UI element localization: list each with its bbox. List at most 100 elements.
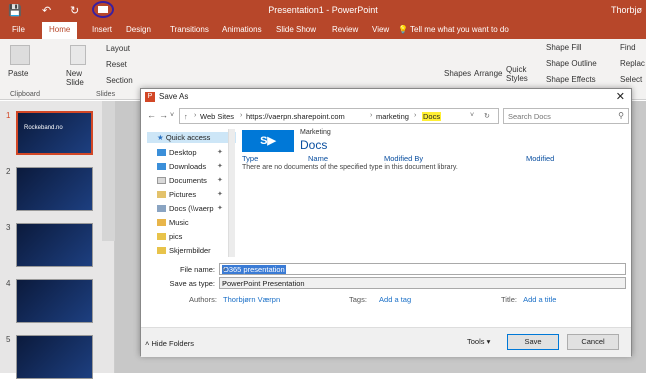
slide-number: 1	[6, 111, 11, 120]
slide-thumbnail-5[interactable]	[16, 335, 93, 379]
tab-view[interactable]: View	[372, 25, 389, 34]
tree-item-music[interactable]: Music	[157, 218, 189, 227]
folder-icon	[157, 233, 166, 240]
tree-item-pictures[interactable]: Pictures	[157, 190, 196, 199]
slide-thumbnail-4[interactable]	[16, 279, 93, 323]
tell-me-box[interactable]: 💡 Tell me what you want to do	[398, 25, 509, 34]
replace-button[interactable]: Replac	[620, 59, 645, 68]
save-type-row: Save as type: PowerPoint Presentation ˅	[141, 277, 631, 289]
sharepoint-logo-icon: S▶	[242, 130, 294, 152]
document-icon	[157, 177, 166, 184]
tab-transitions[interactable]: Transitions	[170, 25, 209, 34]
slide-thumbnail-2[interactable]	[16, 167, 93, 211]
tree-item-desktop[interactable]: Desktop	[157, 148, 197, 157]
breadcrumb-sharepoint-site[interactable]: https://vaerpn.sharepoint.com	[246, 112, 345, 121]
tree-item-pics[interactable]: pics	[157, 232, 182, 241]
chevron-down-icon[interactable]: ˅	[470, 112, 474, 119]
up-arrow-icon[interactable]: ↑	[184, 112, 188, 121]
pin-icon[interactable]: ✦	[217, 148, 223, 156]
save-type-select[interactable]: PowerPoint Presentation ˅	[219, 277, 626, 289]
paste-button[interactable]: Paste	[8, 69, 28, 78]
window-title: Presentation1 - PowerPoint	[268, 5, 378, 15]
tab-slide-show[interactable]: Slide Show	[276, 25, 316, 34]
quick-styles-button[interactable]: Quick Styles	[506, 65, 528, 83]
file-name-field[interactable]: O365 presentation ˅	[219, 263, 626, 275]
tab-insert[interactable]: Insert	[92, 25, 112, 34]
tree-item-label: Music	[169, 218, 189, 227]
close-icon[interactable]: ✕	[616, 90, 625, 103]
authors-value[interactable]: Thorbjørn Værpn	[223, 295, 280, 304]
tree-item-skjermbilder[interactable]: Skjermbilder	[157, 246, 211, 255]
forward-arrow-icon[interactable]: →	[159, 110, 168, 120]
tags-label: Tags:	[349, 295, 367, 304]
download-icon	[157, 163, 166, 170]
tree-item-documents[interactable]: Documents	[157, 176, 207, 185]
tab-design[interactable]: Design	[126, 25, 151, 34]
shape-fill-button[interactable]: Shape Fill	[546, 43, 582, 52]
column-header-name[interactable]: Name	[308, 154, 328, 163]
tags-field: Tags: Add a tag	[349, 295, 411, 304]
select-button[interactable]: Select	[620, 75, 642, 84]
reset-button[interactable]: Reset	[106, 60, 127, 69]
ribbon-tabs: File Home Insert Design Transitions Anim…	[0, 22, 646, 39]
group-slides: Slides	[96, 91, 116, 98]
search-icon[interactable]: ⚲	[618, 111, 624, 120]
authors-label: Authors:	[189, 295, 217, 304]
paste-icon[interactable]	[10, 45, 30, 65]
hide-folders-button[interactable]: ˄ Hide Folders	[145, 339, 194, 348]
desktop-icon	[157, 149, 166, 156]
tab-file[interactable]: File	[12, 25, 25, 34]
tree-item-downloads[interactable]: Downloads	[157, 162, 206, 171]
site-name: Marketing	[300, 129, 331, 136]
folder-tree-scrollbar[interactable]	[228, 129, 235, 257]
tags-value[interactable]: Add a tag	[379, 295, 411, 304]
breadcrumb-docs[interactable]: Docs	[422, 112, 442, 121]
tab-home[interactable]: Home	[42, 22, 78, 39]
layout-button[interactable]: Layout	[106, 44, 130, 53]
column-header-modified[interactable]: Modified	[526, 154, 554, 163]
recent-locations-icon[interactable]: ˅	[170, 112, 174, 119]
tree-item-quick-access[interactable]: ★ Quick access	[147, 132, 236, 143]
search-input[interactable]	[508, 111, 613, 122]
chevron-down-icon[interactable]: ˅	[222, 265, 622, 274]
find-button[interactable]: Find	[620, 43, 636, 52]
pin-icon[interactable]: ✦	[217, 190, 223, 198]
tree-item-docs-network[interactable]: Docs (\\vaerp	[157, 204, 214, 213]
user-name[interactable]: Thorbjø	[611, 5, 642, 15]
tools-button[interactable]: Tools ▾	[467, 337, 490, 346]
new-slide-button[interactable]: New Slide	[66, 69, 92, 87]
title-value[interactable]: Add a title	[523, 295, 556, 304]
cancel-button[interactable]: Cancel	[567, 334, 619, 350]
new-slide-icon[interactable]	[70, 45, 86, 65]
breadcrumb-web-sites[interactable]: Web Sites	[200, 112, 234, 121]
tab-review[interactable]: Review	[332, 25, 358, 34]
shape-outline-button[interactable]: Shape Outline	[546, 59, 597, 68]
save-button[interactable]: Save	[507, 334, 559, 350]
navigation-bar: ← → ˅ ↑ › Web Sites › https://vaerpn.sha…	[145, 108, 629, 124]
address-bar[interactable]: ↑ › Web Sites › https://vaerpn.sharepoin…	[179, 108, 499, 124]
section-button[interactable]: Section	[106, 76, 133, 85]
back-arrow-icon[interactable]: ←	[147, 110, 156, 120]
powerpoint-icon: P	[145, 92, 155, 102]
shapes-button[interactable]: Shapes	[444, 69, 471, 78]
breadcrumb-marketing[interactable]: marketing	[376, 112, 409, 121]
save-as-dialog: P Save As ✕ ← → ˅ ↑ › Web Sites › https:…	[140, 88, 632, 357]
tree-item-label: Docs (\\vaerp	[169, 204, 214, 213]
slide-pane-scrollbar[interactable]	[102, 101, 115, 241]
chevron-right-icon: ›	[370, 112, 373, 119]
chevron-up-icon: ˄	[145, 339, 150, 348]
pin-icon[interactable]: ✦	[217, 204, 223, 212]
arrange-button[interactable]: Arrange	[474, 69, 502, 78]
chevron-down-icon[interactable]: ˅	[222, 279, 622, 288]
shape-effects-button[interactable]: Shape Effects	[546, 75, 596, 84]
pin-icon[interactable]: ✦	[217, 162, 223, 170]
refresh-icon[interactable]: ↻	[484, 112, 490, 120]
slide-thumbnail-3[interactable]	[16, 223, 93, 267]
title-label: Title:	[501, 295, 517, 304]
column-header-type[interactable]: Type	[242, 154, 258, 163]
column-header-modified-by[interactable]: Modified By	[384, 154, 423, 163]
tab-animations[interactable]: Animations	[222, 25, 262, 34]
slide-thumbnail-1[interactable]: Rockeband.no	[16, 111, 93, 155]
pin-icon[interactable]: ✦	[217, 176, 223, 184]
slide-number: 3	[6, 223, 11, 232]
